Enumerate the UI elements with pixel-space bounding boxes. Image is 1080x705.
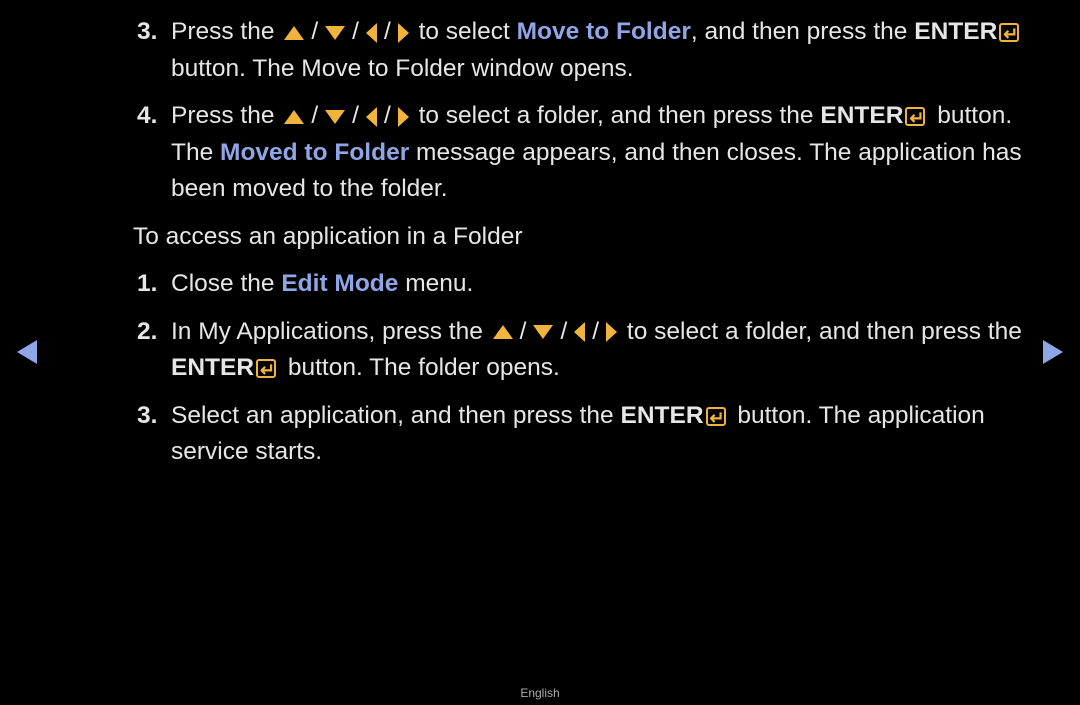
separator: / (311, 18, 319, 45)
step-text: to select a folder, and then press the (626, 317, 1022, 345)
left-arrow-icon (574, 322, 586, 343)
step-text: Select an application, and then press th… (171, 401, 614, 429)
down-arrow-icon (325, 109, 346, 124)
enter-icon (905, 100, 926, 137)
enter-icon (999, 16, 1020, 53)
separator: / (383, 102, 391, 129)
enter-key-label: ENTER (914, 18, 998, 45)
section-heading: To access an application in a Folder (133, 222, 523, 250)
menu-term-move-to-folder: Move to Folder (516, 18, 691, 45)
previous-page-arrow-icon[interactable] (17, 340, 37, 364)
menu-term-moved-to-folder: Moved to Folder (220, 138, 410, 166)
separator: / (560, 317, 568, 345)
step-text: Press the (171, 18, 275, 45)
step-text: to select a folder, and then press the (418, 102, 814, 129)
step-number: 4. (137, 102, 158, 129)
language-label: English (520, 686, 560, 700)
separator: / (383, 18, 391, 45)
step-text: to select (418, 18, 510, 45)
step-move-3: 3. Press the / / / to select Move to Folde… (133, 14, 1033, 87)
enter-key-label: ENTER (171, 354, 255, 381)
right-arrow-icon (606, 322, 618, 343)
step-text: menu. (405, 270, 474, 297)
manual-content: 3. Press the / / / to select Move to Folde… (133, 14, 1033, 482)
next-page-arrow-icon[interactable] (1043, 340, 1063, 364)
right-arrow-icon (397, 106, 409, 127)
step-number: 2. (137, 317, 158, 345)
menu-term-edit-mode: Edit Mode (281, 270, 399, 297)
step-access-3: 3. Select an application, and then press… (133, 398, 1033, 471)
enter-icon (705, 400, 726, 436)
step-text: Close the (171, 270, 275, 297)
step-text: , and then press the (690, 18, 908, 45)
enter-key-label: ENTER (820, 102, 904, 129)
up-arrow-icon (284, 109, 305, 124)
up-arrow-icon (284, 25, 305, 40)
step-text: button. The Move to Folder window opens. (171, 54, 634, 82)
step-number: 3. (137, 401, 158, 429)
separator: / (352, 18, 359, 45)
step-number: 3. (137, 18, 158, 45)
step-number: 1. (137, 270, 158, 297)
step-move-4: 4. Press the / / / to select a folder, and… (133, 98, 1033, 208)
step-access-2: 2. In My Applications, press the / / / to … (133, 314, 1033, 389)
down-arrow-icon (533, 325, 554, 340)
step-text: In My Applications, press the (171, 317, 483, 345)
step-text: button. The folder opens. (287, 354, 560, 381)
step-text: Press the (171, 102, 275, 129)
left-arrow-icon (365, 22, 377, 43)
step-access-1: 1. Close the Edit Mode menu. (133, 266, 1033, 303)
separator: / (352, 102, 359, 129)
separator: / (311, 102, 319, 129)
enter-key-label: ENTER (620, 401, 704, 429)
right-arrow-icon (397, 22, 409, 43)
enter-icon (256, 352, 277, 389)
separator: / (519, 317, 527, 345)
up-arrow-icon (492, 325, 513, 340)
down-arrow-icon (325, 25, 346, 40)
separator: / (592, 317, 600, 345)
left-arrow-icon (365, 106, 377, 127)
